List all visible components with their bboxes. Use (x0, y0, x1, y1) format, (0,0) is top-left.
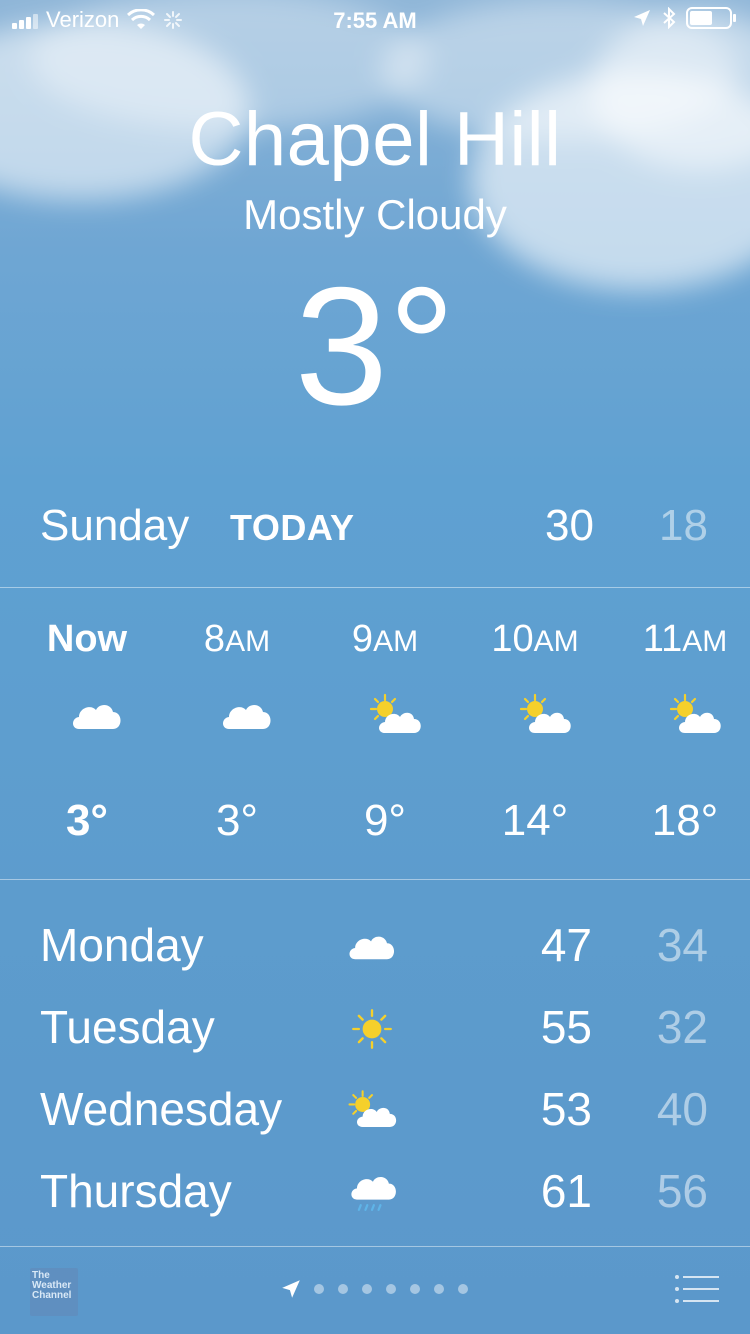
hour-ampm: AM (682, 625, 728, 658)
today-low: 18 (659, 501, 708, 550)
today-day: Sunday (40, 501, 190, 550)
day-low: 56 (656, 1165, 708, 1217)
hour-ampm: AM (225, 625, 271, 658)
partly-sunny-icon (513, 693, 577, 739)
daily-row: Wednesday 53 40 (0, 1074, 750, 1156)
day-low: 32 (656, 1001, 708, 1053)
page-dot[interactable] (314, 1284, 324, 1294)
today-high: 30 (545, 501, 594, 550)
hourly-item: 9AM 9° (310, 588, 460, 878)
cloud-icon (215, 693, 279, 739)
hour-label: 9 (351, 618, 374, 660)
page-dot[interactable] (410, 1284, 420, 1294)
page-indicator[interactable] (280, 1277, 468, 1301)
hour-ampm: AM (373, 625, 419, 658)
rain-cloud-icon (342, 1170, 402, 1216)
hourly-item: 8AM 3° (162, 588, 312, 878)
list-button[interactable] (674, 1273, 720, 1305)
hour-ampm: AM (533, 625, 579, 658)
day-name: Thursday (40, 1165, 232, 1217)
day-name: Wednesday (40, 1083, 283, 1135)
day-name: Tuesday (40, 1001, 215, 1053)
footer-toolbar: The Weather Channel (0, 1247, 750, 1334)
location-arrow-icon (634, 10, 650, 26)
partly-sunny-icon (663, 693, 727, 739)
hourly-item: 11AM 18° (610, 588, 750, 878)
daily-row: Monday 47 34 (0, 910, 750, 992)
partly-sunny-icon (363, 693, 427, 739)
current-temperature: 3° (294, 252, 456, 440)
page-dots (314, 1284, 468, 1294)
daily-row: Tuesday 55 32 (0, 992, 750, 1074)
hour-temperature: 18° (651, 796, 719, 845)
status-bar: Verizon 7:55 AM (0, 0, 750, 40)
hour-temperature: 14° (501, 796, 569, 845)
hour-temperature: 3° (215, 796, 259, 845)
condition-text: Mostly Cloudy (243, 191, 507, 238)
day-high: 61 (540, 1165, 592, 1217)
hourly-item: 10AM 14° (460, 588, 610, 878)
today-row: Sunday TODAY 30 18 (0, 495, 750, 555)
page-dot[interactable] (458, 1284, 468, 1294)
hour-temperature: 9° (363, 796, 407, 845)
hour-label: 10 (491, 618, 534, 660)
battery-icon (686, 7, 736, 29)
cloud-icon (65, 693, 129, 739)
page-dot[interactable] (362, 1284, 372, 1294)
hour-label: 11 (642, 618, 683, 660)
day-high: 47 (540, 919, 592, 971)
day-low: 34 (656, 919, 708, 971)
city-name: Chapel Hill (188, 97, 562, 182)
day-high: 53 (540, 1083, 592, 1135)
hour-label: Now (46, 618, 128, 660)
partly-sunny-icon (342, 1088, 402, 1134)
divider (0, 879, 750, 880)
daily-row: Thursday 61 56 (0, 1156, 750, 1238)
weather-channel-logo[interactable]: The Weather Channel (30, 1268, 78, 1316)
today-label: TODAY (230, 507, 355, 548)
cloud-icon (342, 924, 402, 970)
hour-temperature: 3° (65, 796, 109, 845)
hourly-forecast[interactable]: Now 3° 8AM 3° 9AM 9° 10AM 14° 11AM 18° (0, 588, 750, 878)
day-low: 40 (656, 1083, 708, 1135)
page-dot[interactable] (338, 1284, 348, 1294)
hour-label: 8 (203, 618, 226, 660)
day-high: 55 (540, 1001, 592, 1053)
page-dot[interactable] (434, 1284, 444, 1294)
bluetooth-icon (663, 7, 676, 29)
location-arrow-icon (282, 1280, 300, 1298)
sun-icon (342, 1006, 402, 1052)
day-name: Monday (40, 919, 204, 971)
page-dot[interactable] (386, 1284, 396, 1294)
hourly-item: Now 3° (12, 588, 162, 878)
